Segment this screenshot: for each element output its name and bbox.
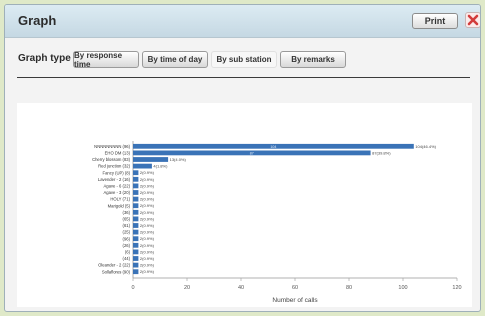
- bar-value-label: 2(0.9%): [140, 243, 155, 248]
- bar: [133, 223, 139, 228]
- bar: [133, 236, 139, 242]
- category-label: HOLY (71): [110, 197, 130, 202]
- bar-value-label: 2(0.9%): [140, 210, 155, 215]
- bar: [133, 209, 139, 215]
- graph-type-label: Graph type: [18, 53, 71, 64]
- bar-value-label: 87(39.8%): [372, 150, 391, 155]
- tab-by-remarks[interactable]: By remarks: [280, 51, 346, 68]
- category-label: (6): [125, 250, 131, 255]
- bar: [133, 163, 152, 169]
- bar-value-label: 4(1.8%): [153, 164, 168, 169]
- category-label: Agave - 6 (22): [103, 184, 130, 189]
- bar: [133, 256, 139, 261]
- bar: [133, 196, 139, 202]
- bar-inner-label: 104: [270, 145, 276, 149]
- print-button[interactable]: Print: [412, 13, 458, 29]
- bar-value-label: 2(0.9%): [140, 203, 155, 208]
- bar: [133, 157, 169, 162]
- bar: [133, 190, 139, 195]
- x-tick-label: 0: [131, 285, 134, 291]
- bar: [133, 176, 139, 182]
- tab-by-time-of-day[interactable]: By time of day: [142, 51, 208, 68]
- bar-value-label: 2(0.9%): [140, 183, 155, 188]
- category-label: Fancy (UP) (8): [103, 170, 131, 175]
- bar: [133, 249, 139, 255]
- graph-window: Graph Print Graph type By response time …: [4, 4, 481, 312]
- x-tick-label: 20: [184, 285, 190, 291]
- bar-value-label: 104(46.4%): [415, 144, 436, 149]
- bar-value-label: 2(0.9%): [140, 236, 155, 241]
- bar: [133, 216, 139, 222]
- tab-by-response-time[interactable]: By response time: [73, 51, 139, 69]
- category-label: Sollaflores (90): [102, 269, 131, 274]
- title-bar: Graph Print: [5, 5, 480, 38]
- bar-value-label: 2(0.9%): [140, 256, 155, 261]
- category-label: (36): [123, 210, 131, 215]
- bar: [133, 262, 139, 268]
- chart-panel: 0 20 40 60 80 100 120 NNNNNNNNN (96) 104(46.4%) 1…: [17, 103, 472, 307]
- category-label: Cherry blossom (83): [92, 157, 131, 162]
- bar-value-label: 2(0.9%): [140, 269, 155, 274]
- bar-inner-label: 87: [250, 151, 254, 155]
- bar: [133, 269, 139, 275]
- close-icon: [467, 14, 479, 26]
- category-label: (96): [123, 236, 131, 241]
- category-label: (65): [123, 217, 131, 222]
- bar-chart: 0 20 40 60 80 100 120 NNNNNNNNN (96) 104(46.4%) 1…: [92, 141, 462, 304]
- bar-value-label: 2(0.9%): [140, 216, 155, 221]
- x-tick-label: 40: [238, 285, 244, 291]
- bar-value-label: 2(0.9%): [140, 230, 155, 235]
- window-title: Graph: [18, 13, 57, 28]
- bar-value-label: 2(0.9%): [140, 223, 155, 228]
- category-label: (61): [123, 223, 131, 228]
- bar: [133, 203, 139, 209]
- close-button[interactable]: [465, 12, 480, 28]
- x-tick-label: 100: [398, 285, 407, 291]
- category-label: Marigold (5): [108, 203, 131, 208]
- bar: [133, 170, 139, 176]
- category-label: EHO DM (13): [105, 151, 131, 156]
- bar-value-label: 2(0.9%): [140, 170, 155, 175]
- category-label: Oleander - 2 (22): [98, 263, 130, 268]
- bar-value-label: 2(0.9%): [140, 263, 155, 268]
- category-label: (44): [123, 256, 131, 261]
- bar-value-label: 2(0.9%): [140, 177, 155, 182]
- bar: [133, 229, 139, 235]
- category-label: (25): [123, 230, 131, 235]
- bar-value-label: 2(0.9%): [140, 197, 155, 202]
- category-label: (26): [123, 243, 131, 248]
- x-tick-label: 60: [292, 285, 298, 291]
- bar: [133, 183, 139, 189]
- bar-value-label: 2(0.9%): [140, 190, 155, 195]
- category-label: Red junction (32): [98, 164, 130, 169]
- x-axis-title: Number of calls: [272, 297, 318, 304]
- x-tick-label: 80: [346, 285, 352, 291]
- bar: [133, 242, 139, 248]
- category-label: NNNNNNNNN (96): [94, 144, 130, 149]
- tab-by-sub-station[interactable]: By sub station: [211, 51, 277, 68]
- bar-value-label: 13(4.0%): [170, 157, 187, 162]
- separator: [17, 77, 470, 78]
- category-label: Agave - 3 (20): [103, 190, 130, 195]
- bar-value-label: 2(0.9%): [140, 249, 155, 254]
- x-tick-label: 120: [452, 285, 461, 291]
- category-label: Lavender - 2 (16): [98, 177, 131, 182]
